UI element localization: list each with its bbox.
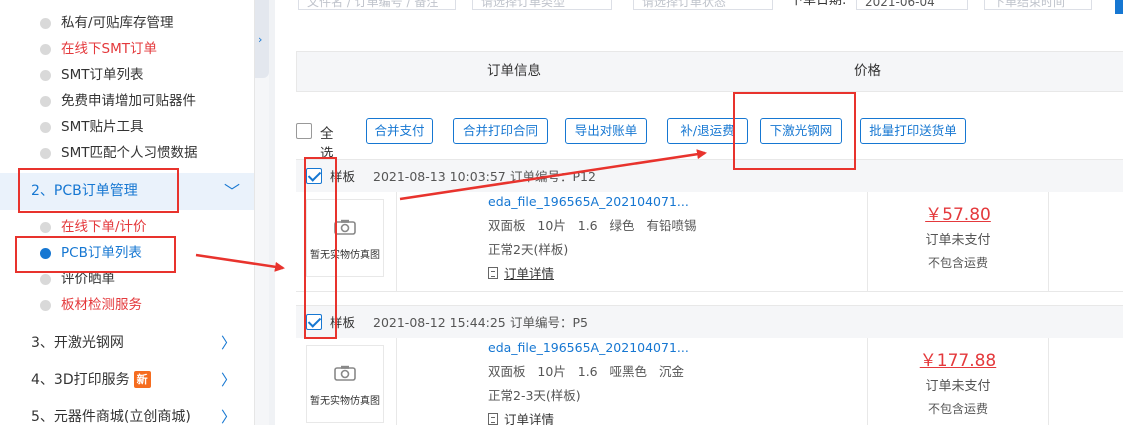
chevron-right-icon: ›	[258, 33, 263, 46]
search-button[interactable]	[1115, 0, 1123, 14]
batch-print-delivery-button[interactable]: 批量打印送货单	[860, 118, 966, 144]
sidebar-item-private-stock[interactable]: 私有/可贴库存管理	[40, 10, 174, 36]
sidebar-collapse-strip: ›	[255, 0, 269, 425]
column-order-info: 订单信息	[487, 63, 541, 79]
camera-icon	[334, 365, 356, 381]
export-statement-button[interactable]: 导出对账单	[565, 118, 647, 144]
order-price-note: 不包含运费	[927, 256, 988, 270]
order-card: 样板 2021-08-13 10:03:57 订单编号：P12 暂无实物仿真图 …	[296, 159, 1123, 293]
order-body: 暂无实物仿真图 eda_file_196565A_202104071... 双面…	[296, 192, 1123, 292]
order-header: 样板 2021-08-12 15:44:25 订单编号：P5	[296, 305, 1123, 338]
order-status: 订单未支付	[925, 233, 991, 248]
divider	[1048, 192, 1049, 292]
order-delivery: 正常2-3天(样板)	[488, 388, 581, 403]
document-icon	[488, 267, 498, 279]
pcb-thumbnail: 暂无实物仿真图	[306, 345, 384, 423]
order-time: 2021-08-12 15:44:25	[373, 315, 506, 330]
annotation-box-checkboxes	[304, 157, 337, 339]
sidebar-group-components-mall[interactable]: 5、元器件商城(立创商城) 〉	[0, 399, 254, 425]
document-icon	[488, 413, 498, 425]
chevron-right-icon: 〉	[220, 334, 236, 352]
order-number: 订单编号：P5	[510, 315, 588, 330]
order-spec: 双面板 10片 1.6 哑黑色 沉金	[488, 364, 684, 379]
column-price: 价格	[854, 63, 881, 79]
date-label: 下单日期:	[790, 0, 847, 8]
chevron-right-icon: 〉	[220, 371, 236, 389]
order-card: 样板 2021-08-12 15:44:25 订单编号：P5 暂无实物仿真图 e…	[296, 305, 1123, 425]
divider	[396, 192, 397, 292]
order-time: 2021-08-13 10:03:57	[373, 169, 506, 184]
chevron-right-icon: 〉	[220, 408, 236, 425]
table-header: 订单信息 价格	[296, 51, 1123, 92]
sidebar-item-board-testing[interactable]: 板材检测服务	[40, 292, 142, 318]
divider	[396, 338, 397, 425]
search-input[interactable]: 文件名 / 订单编号 / 备注	[298, 0, 456, 10]
sidebar-item-smt-order-list[interactable]: SMT订单列表	[40, 62, 143, 88]
order-delivery: 正常2天(样板)	[488, 242, 569, 257]
order-detail-link[interactable]: 订单详情	[488, 410, 554, 425]
select-all-label: 全选	[320, 126, 334, 162]
sidebar-item-smt-tools[interactable]: SMT贴片工具	[40, 114, 143, 140]
order-header: 样板 2021-08-13 10:03:57 订单编号：P12	[296, 159, 1123, 192]
sidebar-collapse-toggle[interactable]: ›	[255, 0, 269, 78]
divider	[1048, 338, 1049, 425]
order-price[interactable]: ￥57.80	[868, 200, 1048, 225]
order-number: 订单编号：P12	[510, 169, 596, 184]
camera-icon	[334, 219, 356, 235]
annotation-box-pcb-group	[18, 168, 179, 213]
merge-print-contract-button[interactable]: 合并打印合同	[453, 118, 548, 144]
sidebar-group-3d-print[interactable]: 4、3D打印服务新 〉	[0, 362, 254, 399]
select-all-checkbox[interactable]	[296, 123, 312, 139]
sidebar-item-smt-order-online[interactable]: 在线下SMT订单	[40, 36, 157, 62]
annotation-box-pcb-list	[15, 236, 176, 273]
merge-pay-button[interactable]: 合并支付	[366, 118, 433, 144]
order-spec: 双面板 10片 1.6 绿色 有铅喷锡	[488, 218, 697, 233]
order-status: 订单未支付	[925, 379, 991, 394]
main-content: 文件名 / 订单编号 / 备注 请选择订单类型 请选择订单状态 下单日期: 20…	[275, 0, 1123, 425]
order-body: 暂无实物仿真图 eda_file_196565A_202104071... 双面…	[296, 338, 1123, 425]
chevron-down-icon: ﹀	[223, 182, 240, 201]
sidebar-item-free-apply[interactable]: 免费申请增加可贴器件	[40, 88, 196, 114]
order-price-note: 不包含运费	[927, 402, 988, 416]
new-badge: 新	[133, 371, 151, 388]
order-file-link[interactable]: eda_file_196565A_202104071...	[488, 338, 689, 358]
start-date-input[interactable]: 2021-06-04	[856, 0, 968, 10]
annotation-box-laser-button	[733, 92, 856, 170]
order-file-link[interactable]: eda_file_196565A_202104071...	[488, 192, 689, 212]
order-status-select[interactable]: 请选择订单状态	[633, 0, 773, 10]
order-type-select[interactable]: 请选择订单类型	[472, 0, 612, 10]
order-price[interactable]: ￥177.88	[868, 346, 1048, 371]
sidebar-group-laser-stencil[interactable]: 3、开激光钢网 〉	[0, 325, 254, 362]
sidebar-item-smt-habits[interactable]: SMT匹配个人习惯数据	[40, 140, 197, 166]
end-date-input[interactable]: 下单结束时间	[984, 0, 1092, 10]
thumbnail-caption: 暂无实物仿真图	[310, 396, 380, 407]
order-detail-link[interactable]: 订单详情	[488, 264, 554, 284]
